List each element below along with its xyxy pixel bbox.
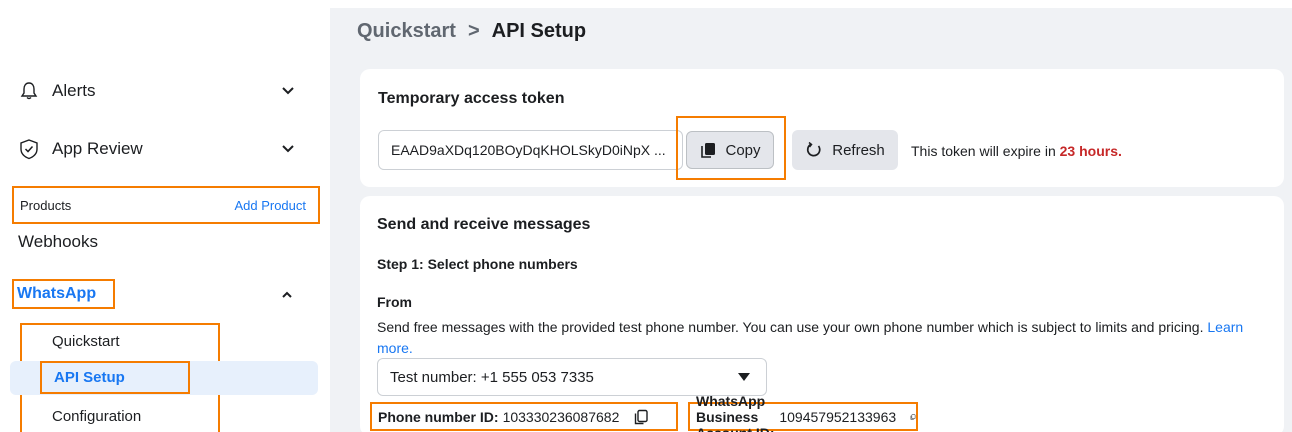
chevron-up-icon[interactable] <box>280 288 294 302</box>
refresh-icon <box>807 141 821 157</box>
bell-icon <box>18 80 40 102</box>
copy-icon <box>701 143 716 158</box>
caret-down-icon <box>738 373 750 381</box>
from-description: Send free messages with the provided tes… <box>377 317 1257 359</box>
breadcrumb: Quickstart > API Setup <box>357 20 586 43</box>
add-product-link[interactable]: Add Product <box>234 198 306 213</box>
copy-icon[interactable] <box>633 409 649 425</box>
refresh-button[interactable]: Refresh <box>792 130 898 170</box>
shield-check-icon <box>18 138 40 160</box>
description-text: Send free messages with the provided tes… <box>377 319 1208 335</box>
messages-title: Send and receive messages <box>377 216 591 233</box>
sidebar-item-label: Alerts <box>52 81 96 100</box>
selected-phone-number: Test number: +1 555 053 7335 <box>390 368 594 386</box>
sidebar-item-alerts[interactable]: Alerts <box>18 76 318 106</box>
refresh-label: Refresh <box>832 141 885 159</box>
copy-label: Copy <box>725 141 761 159</box>
copy-icon[interactable] <box>910 409 916 425</box>
breadcrumb-separator: > <box>467 20 480 42</box>
phone-id-label: Phone number ID: <box>378 408 499 425</box>
token-expiry-text: This token will expire in 23 hours. <box>911 143 1122 159</box>
breadcrumb-current: API Setup <box>491 20 587 42</box>
expiry-prefix: This token will expire in <box>911 143 1060 159</box>
phone-id-value: 103330236087682 <box>502 408 620 425</box>
access-token-title: Temporary access token <box>378 90 565 107</box>
sidebar-item-app-review[interactable]: App Review <box>18 134 318 164</box>
breadcrumb-parent[interactable]: Quickstart <box>357 20 456 43</box>
copy-button[interactable]: Copy <box>686 131 774 169</box>
sidebar-item-whatsapp[interactable]: WhatsApp <box>12 279 115 309</box>
sidebar-item-webhooks[interactable]: Webhooks <box>18 232 98 252</box>
products-label: Products <box>20 197 72 213</box>
waba-id-label: WhatsApp Business Account ID: <box>696 392 775 432</box>
chevron-down-icon[interactable] <box>280 82 296 98</box>
step1-heading: Step 1: Select phone numbers <box>377 256 578 272</box>
token-field[interactable]: EAAD9aXDq120BOyDqKHOLSkyD0iNpX ... <box>378 130 683 170</box>
sidebar: Alerts App Review Products Add Product W… <box>0 0 330 432</box>
waba-id: WhatsApp Business Account ID: 1094579521… <box>688 393 918 432</box>
from-label: From <box>377 294 412 310</box>
sidebar-item-quickstart[interactable]: Quickstart <box>52 333 120 350</box>
phone-number-select[interactable]: Test number: +1 555 053 7335 <box>377 358 767 396</box>
sidebar-item-label: App Review <box>52 139 143 158</box>
sidebar-item-configuration[interactable]: Configuration <box>52 408 141 425</box>
phone-number-id: Phone number ID: 103330236087682 <box>370 402 678 431</box>
expiry-hours: 23 hours. <box>1059 143 1122 159</box>
chevron-down-icon[interactable] <box>280 140 296 156</box>
waba-id-value: 109457952133963 <box>779 408 897 425</box>
sidebar-item-api-setup[interactable]: API Setup <box>40 361 190 394</box>
products-header: Products Add Product <box>12 186 320 224</box>
